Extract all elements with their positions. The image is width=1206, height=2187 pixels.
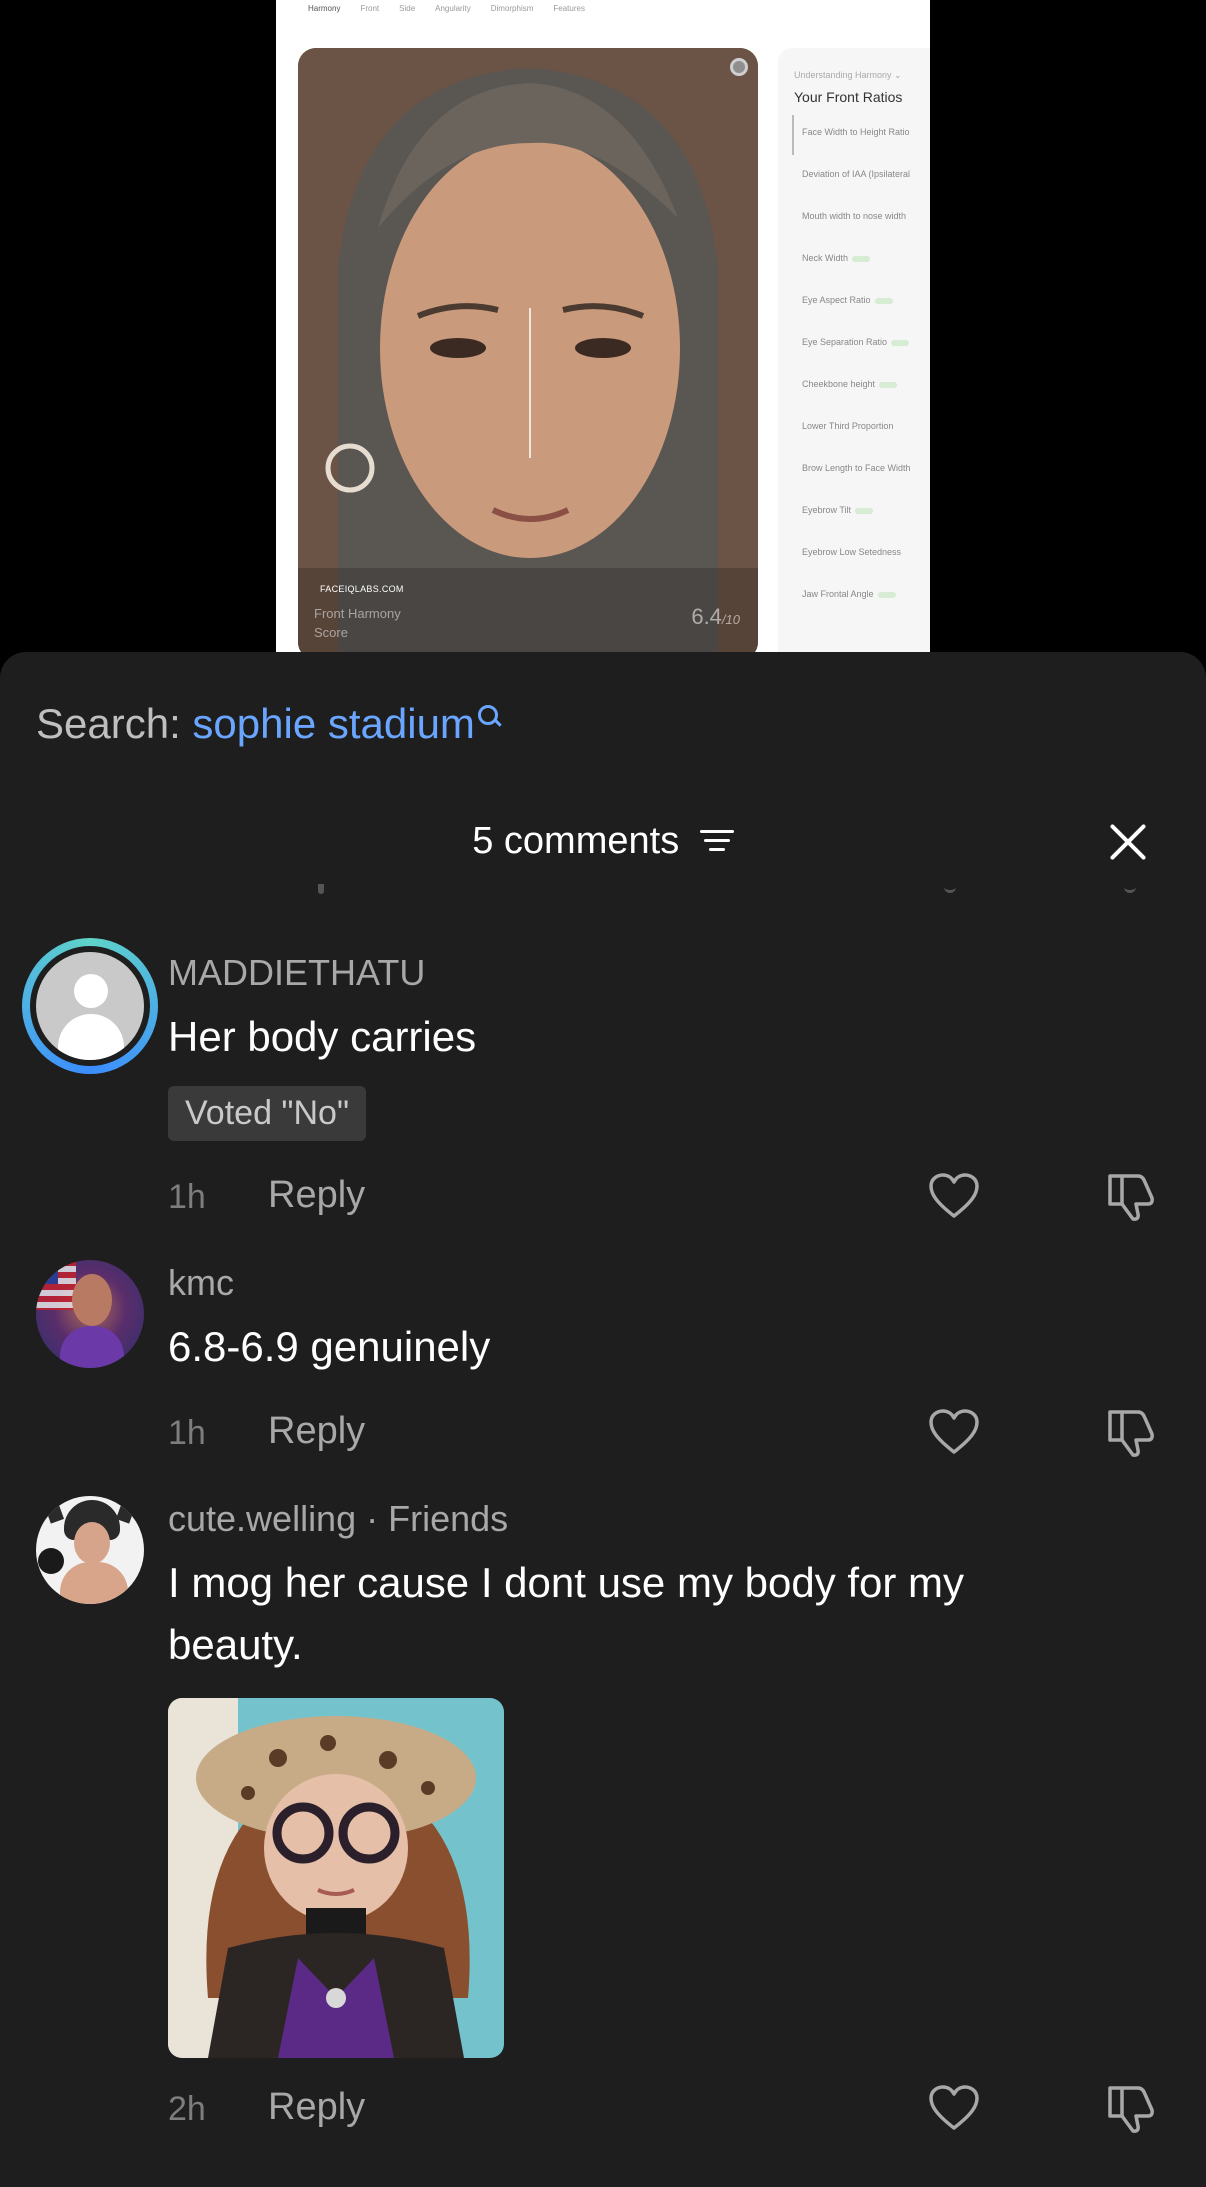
score-value: 6.4/10: [691, 604, 740, 630]
comment-text: 6.8-6.9 genuinely: [168, 1323, 491, 1370]
previous-comment-remnant: [0, 884, 1206, 914]
search-term-link[interactable]: sophie stadium: [192, 700, 475, 747]
ratio-item: Eye Separation Ratio: [802, 337, 930, 379]
video-tab-harmony: Harmony: [308, 4, 341, 13]
video-tab-dimorphism: Dimorphism: [490, 4, 534, 13]
ratios-title: Your Front Ratios: [794, 89, 903, 105]
avatar[interactable]: [36, 1260, 144, 1368]
comment-username[interactable]: MADDIETHATU: [168, 952, 425, 994]
heart-icon[interactable]: [928, 2084, 980, 2132]
heart-icon[interactable]: [928, 1408, 980, 1456]
ratio-item: Cheekbone height: [802, 379, 930, 421]
comments-header: 5 comments: [0, 820, 1206, 863]
search-suggestion[interactable]: Search: sophie stadium: [36, 700, 503, 748]
brand-watermark: FACEIQLABS.COM: [320, 584, 404, 594]
filter-icon[interactable]: [699, 828, 734, 854]
comment-text: I mog her cause I dont use my body for m…: [168, 1559, 965, 1668]
comment-time: 2h: [168, 2090, 206, 2128]
comments-sheet: Search: sophie stadium 5 comments MADDIE…: [0, 652, 1206, 2187]
search-prefix: Search:: [36, 700, 181, 747]
score-label: Front Harmony Score: [314, 604, 401, 642]
score-suffix: /10: [721, 612, 740, 627]
dislike-icon[interactable]: [1106, 1406, 1158, 1458]
ratio-item: Lower Third Proportion: [802, 421, 894, 431]
ratio-item: Brow Length to Face Width: [802, 463, 911, 473]
avatar-story-ring[interactable]: [22, 938, 158, 1074]
dislike-icon[interactable]: [1106, 1170, 1158, 1222]
ratio-item: Face Width to Height Ratio: [792, 115, 930, 169]
comment-text: Her body carries: [168, 1013, 477, 1060]
score-label-line2: Score: [314, 625, 348, 640]
close-icon[interactable]: [1104, 818, 1152, 866]
face-photo: FACEIQLABS.COM Front Harmony Score 6.4/1…: [298, 48, 758, 660]
score-label-line1: Front Harmony: [314, 606, 401, 621]
avatar: [36, 952, 144, 1060]
ratios-panel: Understanding Harmony ⌄ Your Front Ratio…: [778, 48, 930, 660]
reply-button[interactable]: Reply: [268, 2086, 365, 2129]
ratio-item: Eye Aspect Ratio: [802, 295, 930, 337]
comments-count: 5 comments: [472, 820, 680, 862]
vote-badge: Voted "No": [168, 1086, 367, 1141]
heart-icon[interactable]: [928, 1172, 980, 1220]
video-tab-side: Side: [399, 4, 416, 13]
video-tabs: Harmony Front Side Angularity Dimorphism…: [308, 4, 585, 13]
score-number: 6.4: [691, 604, 722, 629]
settings-dot-icon: [730, 58, 748, 76]
dislike-icon[interactable]: [1106, 2082, 1158, 2134]
comment-time: 1h: [168, 1178, 206, 1216]
reply-button[interactable]: Reply: [268, 1174, 365, 1217]
ratio-item: Mouth width to nose width: [802, 211, 907, 221]
ratio-item: Jaw Frontal Angle: [802, 589, 930, 631]
reply-button[interactable]: Reply: [268, 1410, 365, 1453]
face-illustration: [298, 48, 758, 660]
video-tab-features: Features: [553, 4, 585, 13]
comment-time: 1h: [168, 1414, 206, 1452]
comment-photo: [168, 1698, 504, 2058]
ratio-item: Eyebrow Tilt: [802, 505, 930, 547]
ratios-hint: Understanding Harmony ⌄: [794, 70, 902, 80]
comment-image[interactable]: [168, 1698, 504, 2058]
comment-username[interactable]: cute.welling · Friends: [168, 1498, 508, 1540]
video-tab-front: Front: [360, 4, 380, 13]
ratio-item: Deviation of IAA (Ipsilateral: [802, 169, 911, 179]
video-frame[interactable]: Harmony Front Side Angularity Dimorphism…: [276, 0, 930, 660]
search-icon[interactable]: [477, 704, 503, 730]
comment-username[interactable]: kmc: [168, 1262, 234, 1304]
ratio-item: Eyebrow Low Setedness: [802, 547, 902, 557]
ratio-item: Neck Width: [802, 253, 930, 295]
video-tab-angularity: Angularity: [435, 4, 471, 13]
avatar[interactable]: [36, 1496, 144, 1604]
